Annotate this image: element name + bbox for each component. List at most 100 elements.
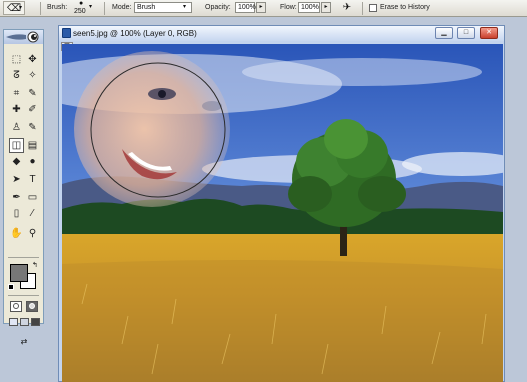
path-select-icon: ➤: [12, 174, 21, 185]
tool-history-brush[interactable]: ✎: [25, 120, 40, 135]
tool-clone-stamp[interactable]: ♙: [9, 120, 24, 135]
imageready-icon: ⇄: [20, 337, 28, 346]
jump-to-imageready-button[interactable]: ⇄: [11, 336, 37, 348]
standard-mode-button[interactable]: [10, 301, 22, 312]
minimize-button[interactable]: ▁: [435, 27, 453, 39]
minimize-icon: ▁: [441, 29, 447, 36]
tool-brush[interactable]: ✐: [25, 102, 40, 117]
screen-mode-standard-button[interactable]: [9, 318, 18, 326]
opacity-slider-button[interactable]: ▸: [256, 2, 266, 13]
erase-to-history-checkbox[interactable]: [369, 4, 377, 12]
gradient-icon: ▤: [27, 140, 38, 151]
mode-label: Mode:: [112, 4, 132, 11]
shape-icon: ▭: [27, 192, 38, 203]
tool-notes[interactable]: ▯: [9, 206, 24, 221]
tool-zoom[interactable]: ⚲: [25, 226, 40, 241]
maximize-button[interactable]: □: [457, 27, 475, 39]
separator: [40, 2, 41, 15]
landscape-image: [62, 44, 503, 382]
dodge-icon: ●: [29, 156, 36, 167]
toolbox-header[interactable]: [4, 30, 43, 44]
tool-shape[interactable]: ▭: [25, 190, 40, 205]
move-icon: ✥: [28, 54, 37, 65]
close-button[interactable]: ✕: [480, 27, 498, 39]
document-title: seen5.jpg @ 100% (Layer 0, RGB): [73, 29, 197, 38]
tool-marquee[interactable]: ⬚: [9, 52, 24, 67]
eyedropper-icon: ⁄: [31, 208, 34, 219]
tool-lasso[interactable]: ᘔ: [9, 68, 24, 83]
airbrush-button[interactable]: ✈: [339, 1, 355, 15]
options-bar: ⌫ ▾ Brush: ● 250 ▾ Mode: Brush ▾ Opacity…: [0, 0, 527, 17]
photoshop-doc-icon: [62, 28, 71, 38]
chevron-down-icon: ▾: [183, 4, 187, 10]
hand-icon: ✋: [10, 228, 23, 239]
notes-icon: ▯: [13, 208, 20, 219]
document-window: seen5.jpg @ 100% (Layer 0, RGB) ▁ □ ✕ ▦: [58, 25, 505, 382]
healing-icon: ✚: [12, 104, 21, 115]
screen-mode-full-menu-button[interactable]: [20, 318, 29, 326]
image-canvas[interactable]: [62, 44, 503, 382]
tool-move[interactable]: ✥: [25, 52, 40, 67]
tool-dodge[interactable]: ●: [25, 154, 40, 169]
quick-mask-button[interactable]: [26, 301, 38, 312]
history-brush-icon: ✎: [28, 122, 37, 133]
magic-wand-icon: ✧: [28, 70, 37, 81]
brush-size-value: 250: [74, 8, 86, 15]
tool-type[interactable]: T: [25, 172, 40, 187]
opacity-label: Opacity:: [205, 4, 231, 11]
tool-path-select[interactable]: ➤: [9, 172, 24, 187]
foreground-color-swatch[interactable]: [10, 264, 28, 282]
marquee-icon: ⬚: [11, 54, 22, 65]
separator: [8, 257, 39, 258]
document-title-bar[interactable]: seen5.jpg @ 100% (Layer 0, RGB) ▁ □ ✕: [59, 26, 504, 41]
brush-label: Brush:: [47, 4, 68, 11]
tool-pen[interactable]: ✒: [9, 190, 24, 205]
triangle-right-icon: ▸: [324, 4, 328, 10]
tool-gradient[interactable]: ▤: [25, 138, 40, 153]
pen-icon: ✒: [12, 192, 21, 203]
tool-magic-wand[interactable]: ✧: [25, 68, 40, 83]
tool-slice[interactable]: ✎: [25, 86, 40, 101]
tool-eraser[interactable]: ◫: [9, 138, 24, 153]
photoshop-eye-icon: [6, 31, 39, 43]
blur-icon: ◆: [12, 156, 21, 167]
circle-icon: [29, 303, 35, 309]
crop-icon: ⌗: [13, 88, 20, 99]
flow-slider-button[interactable]: ▸: [321, 2, 331, 13]
tool-eyedropper[interactable]: ⁄: [25, 206, 40, 221]
separator: [8, 295, 39, 296]
flow-input[interactable]: 100%: [298, 2, 320, 13]
zoom-icon: ⚲: [28, 228, 37, 239]
brush-icon: ✐: [28, 104, 37, 115]
mode-value: Brush: [137, 4, 156, 11]
slice-icon: ✎: [28, 88, 37, 99]
chevron-down-icon: ▾: [19, 5, 23, 11]
separator: [362, 2, 363, 15]
opacity-input[interactable]: 100%: [235, 2, 256, 13]
flow-label: Flow:: [280, 4, 297, 11]
maximize-icon: □: [463, 29, 469, 36]
tool-preset-picker[interactable]: ⌫ ▾: [3, 1, 25, 15]
eraser-icon: ◫: [11, 140, 22, 151]
erase-to-history-label: Erase to History: [380, 4, 430, 11]
type-icon: T: [29, 174, 36, 185]
tool-healing[interactable]: ✚: [9, 102, 24, 117]
lasso-icon: ᘔ: [13, 70, 20, 81]
circle-icon: [13, 303, 19, 309]
airbrush-icon: ✈: [342, 2, 352, 13]
default-colors-icon[interactable]: [8, 284, 14, 290]
swap-colors-icon[interactable]: ↰: [32, 261, 38, 269]
tool-blur[interactable]: ◆: [9, 154, 24, 169]
clone-stamp-icon: ♙: [12, 122, 21, 133]
toolbox: ⬚ ✥ ᘔ ✧ ⌗ ✎ ✚ ✐ ♙ ✎ ◫ ▤ ◆ ● ➤ T ✒ ▭ ▯ ⁄ ✋ ⚲ ↰ ⇄: [3, 29, 44, 346]
separator: [104, 2, 105, 15]
brush-dot-icon: ●: [79, 0, 84, 7]
screen-mode-full-button[interactable]: [31, 318, 40, 326]
chevron-down-icon: ▾: [89, 4, 93, 10]
tool-hand[interactable]: ✋: [9, 226, 24, 241]
tool-crop[interactable]: ⌗: [9, 86, 24, 101]
close-icon: ✕: [486, 29, 492, 36]
triangle-right-icon: ▸: [259, 4, 263, 10]
mode-dropdown[interactable]: Brush ▾: [134, 2, 192, 13]
brush-picker[interactable]: ● 250 ▾: [70, 0, 94, 16]
